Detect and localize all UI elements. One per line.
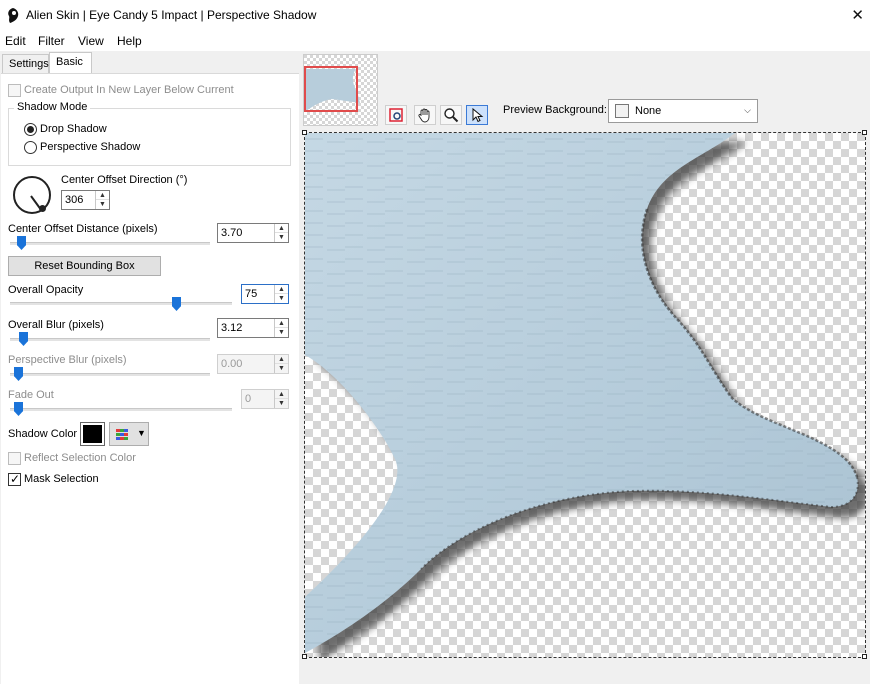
shadow-color-label: Shadow Color <box>8 428 78 440</box>
perspective-shadow-radio[interactable] <box>24 141 37 154</box>
pointer-icon[interactable] <box>466 105 488 125</box>
resize-handle-top-left[interactable] <box>302 130 307 135</box>
preview-background-select[interactable]: None ⌵ <box>608 99 758 123</box>
preview-canvas[interactable] <box>305 133 865 657</box>
perspective-shadow-label: Perspective Shadow <box>40 141 141 153</box>
drop-shadow-label: Drop Shadow <box>40 123 107 135</box>
tab-settings[interactable]: Settings <box>2 54 49 75</box>
center-offset-direction-label: Center Offset Direction (°) <box>61 174 188 186</box>
reflect-selection-color-label: Reflect Selection Color <box>24 452 136 464</box>
reflect-selection-color-checkbox[interactable] <box>8 452 21 465</box>
reset-bounding-box-button[interactable]: Reset Bounding Box <box>8 256 161 276</box>
preview-background-label: Preview Background: <box>503 104 607 116</box>
menu-bar: Edit Filter View Help <box>0 31 870 51</box>
fade-out-input[interactable]: 0 ▲ ▼ <box>241 389 289 409</box>
create-output-checkbox[interactable] <box>8 84 21 97</box>
shadow-mode-title: Shadow Mode <box>14 101 91 113</box>
shadow-color-swatch[interactable] <box>80 422 105 446</box>
create-output-label: Create Output In New Layer Below Current <box>24 84 234 96</box>
shadow-mode-group <box>8 108 291 166</box>
palette-icon <box>116 429 129 440</box>
fade-out-label: Fade Out <box>8 389 54 401</box>
menu-view[interactable]: View <box>78 34 104 48</box>
checkmark-icon: ✓ <box>10 472 21 486</box>
spin-down-icon[interactable]: ▼ <box>96 200 109 209</box>
center-offset-distance-input[interactable]: 3.70 ▲ ▼ <box>217 223 289 243</box>
overall-opacity-track[interactable] <box>10 302 232 305</box>
overall-opacity-label: Overall Opacity <box>8 284 84 296</box>
spin-up-icon[interactable]: ▲ <box>275 390 288 399</box>
center-offset-distance-track[interactable] <box>10 242 210 245</box>
resize-handle-top-right[interactable] <box>862 130 867 135</box>
spin-up-icon[interactable]: ▲ <box>275 319 288 328</box>
spin-up-icon[interactable]: ▲ <box>275 355 288 364</box>
navigate-icon[interactable] <box>385 105 407 125</box>
navigator-view-frame[interactable] <box>304 66 358 112</box>
spin-up-icon[interactable]: ▲ <box>275 224 288 233</box>
zoom-icon[interactable] <box>440 105 462 125</box>
center-offset-direction-input[interactable]: 306 ▲ ▼ <box>61 190 110 210</box>
overall-blur-track[interactable] <box>10 338 210 341</box>
menu-filter[interactable]: Filter <box>38 34 65 48</box>
overall-blur-input[interactable]: 3.12 ▲ ▼ <box>217 318 289 338</box>
mask-selection-label: Mask Selection <box>24 473 99 485</box>
tab-basic[interactable]: Basic <box>49 52 92 75</box>
app-logo-icon <box>8 8 19 23</box>
spin-up-icon[interactable]: ▲ <box>96 191 109 200</box>
background-swatch <box>615 104 629 118</box>
fade-out-track[interactable] <box>10 408 232 411</box>
mask-selection-checkbox[interactable]: ✓ <box>8 472 21 486</box>
menu-edit[interactable]: Edit <box>5 34 26 48</box>
perspective-blur-input[interactable]: 0.00 ▲ ▼ <box>217 354 289 374</box>
overall-blur-label: Overall Blur (pixels) <box>8 319 104 331</box>
spin-down-icon[interactable]: ▼ <box>275 364 288 373</box>
spin-up-icon[interactable]: ▲ <box>275 285 288 294</box>
chevron-down-icon: ⌵ <box>744 105 751 115</box>
direction-dial-knob[interactable] <box>39 205 46 212</box>
spin-down-icon[interactable]: ▼ <box>275 233 288 242</box>
overall-opacity-input[interactable]: 75 ▲ ▼ <box>241 284 289 304</box>
color-palette-button[interactable]: ▼ <box>109 422 149 446</box>
title-bar: Alien Skin | Eye Candy 5 Impact | Perspe… <box>0 0 870 31</box>
dropdown-arrow-icon: ▼ <box>137 428 146 438</box>
spin-down-icon[interactable]: ▼ <box>275 294 288 303</box>
perspective-blur-label: Perspective Blur (pixels) <box>8 354 127 366</box>
resize-handle-bottom-right[interactable] <box>862 654 867 659</box>
close-icon[interactable]: ✕ <box>851 6 864 24</box>
perspective-blur-track[interactable] <box>10 373 210 376</box>
hand-icon[interactable] <box>414 105 436 125</box>
spin-down-icon[interactable]: ▼ <box>275 328 288 337</box>
resize-handle-bottom-left[interactable] <box>302 654 307 659</box>
drop-shadow-radio[interactable] <box>24 123 37 136</box>
center-offset-distance-label: Center Offset Distance (pixels) <box>8 223 158 235</box>
spin-down-icon[interactable]: ▼ <box>275 399 288 408</box>
menu-help[interactable]: Help <box>117 34 142 48</box>
window-title: Alien Skin | Eye Candy 5 Impact | Perspe… <box>26 8 317 22</box>
